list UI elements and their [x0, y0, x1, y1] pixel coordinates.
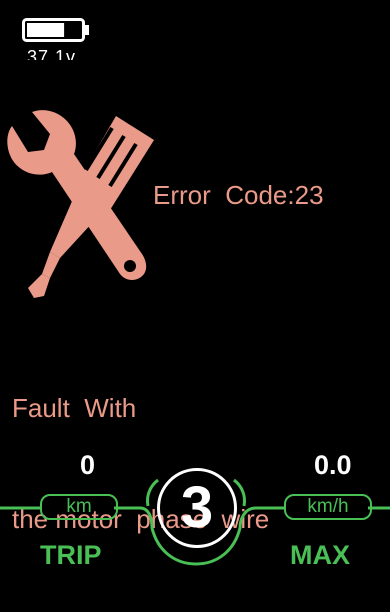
dashboard: 0 km TRIP 3 0.0 km/h MAX: [0, 440, 390, 585]
trip-distance-value: 0: [80, 450, 96, 480]
tools-icon: [7, 110, 154, 298]
max-speed-value: 0.0: [314, 450, 352, 480]
display-screen: 37.1v Error Code:23 Fault With the motor…: [0, 0, 390, 585]
error-code-text: Error Code:23: [153, 180, 324, 210]
trip-unit: km: [40, 494, 118, 520]
speed-unit: km/h: [284, 494, 372, 520]
max-label[interactable]: MAX: [290, 540, 350, 571]
battery-voltage: 37.1v: [27, 47, 77, 60]
battery-icon: [22, 18, 89, 42]
fault-line-1: Fault With: [12, 393, 137, 423]
trip-label[interactable]: TRIP: [40, 540, 102, 571]
assist-level-indicator: 3: [157, 468, 237, 548]
